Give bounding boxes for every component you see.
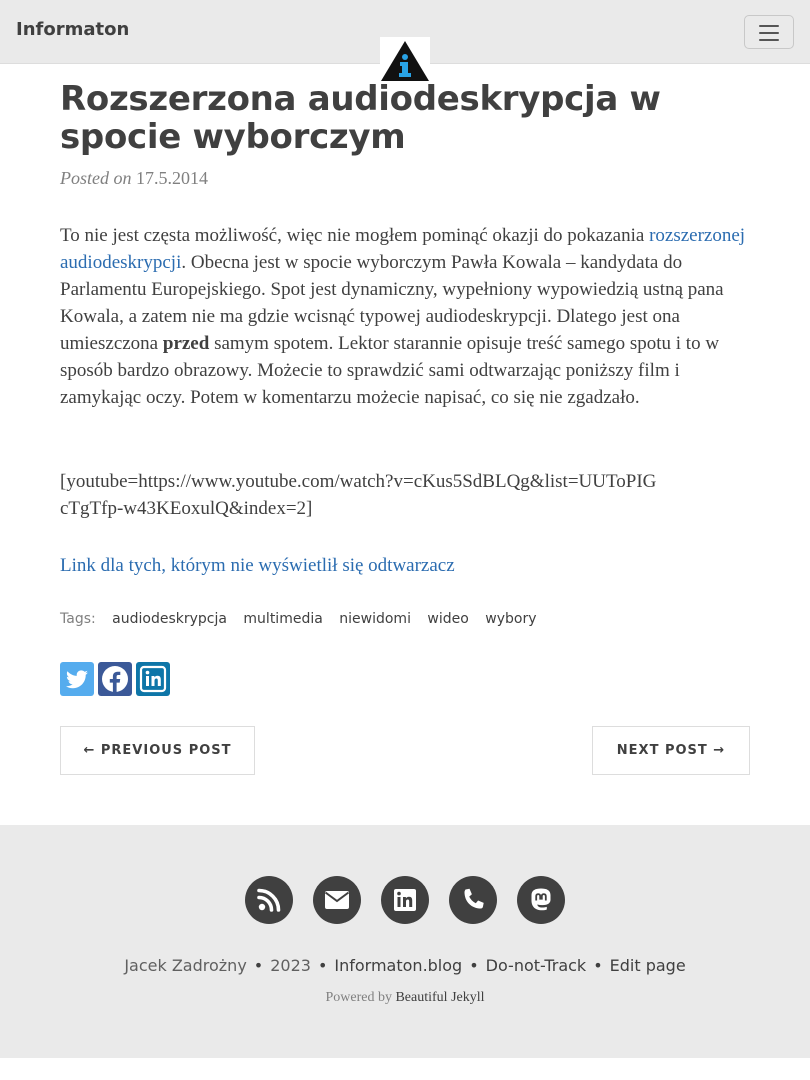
tags-list: Tags: audiodeskrypcja multimedia niewido… [60, 611, 537, 627]
post-title: Rozszerzona audiodeskrypcja w spocie wyb… [60, 79, 661, 157]
powered-prefix: Powered by [325, 990, 396, 1005]
hamburger-icon [759, 25, 779, 27]
footer: Jacek Zadrożny • 2023 • Informaton.blog • Do-n… [0, 825, 810, 1058]
tag-link[interactable]: wideo [427, 611, 468, 627]
paragraph-bold-text: przed [162, 333, 210, 354]
brand-link[interactable]: Informaton [16, 19, 129, 40]
envelope-icon [324, 891, 350, 909]
email-link[interactable] [313, 876, 361, 924]
mastodon-icon [531, 888, 551, 911]
informaton-logo-icon [381, 41, 429, 81]
post-date: 17.5.2014 [136, 168, 208, 188]
footer-site-link[interactable]: Informaton.blog [334, 956, 462, 975]
post-paragraph: Link dla tych, którym nie wyświetlił się… [60, 552, 760, 579]
beautiful-jekyll-link[interactable]: Beautiful Jekyll [395, 990, 484, 1005]
tag-link[interactable]: niewidomi [339, 611, 411, 627]
mastodon-link[interactable] [517, 876, 565, 924]
linkedin-icon [394, 889, 416, 911]
share-linkedin-button[interactable] [136, 662, 170, 696]
youtube-shortcode: [youtube=https://www.youtube.com/watch?v… [60, 471, 657, 519]
share-facebook-button[interactable] [98, 662, 132, 696]
post-meta: Posted on 17.5.2014 [60, 168, 208, 189]
facebook-icon [102, 666, 128, 692]
phone-link[interactable] [449, 876, 497, 924]
footer-edit-link[interactable]: Edit page [610, 956, 686, 975]
twitter-icon [66, 670, 88, 689]
previous-post-button[interactable]: ← PREVIOUS POST [60, 726, 255, 775]
tag-link[interactable]: wybory [485, 611, 536, 627]
share-twitter-button[interactable] [60, 662, 94, 696]
hamburger-icon-bar [759, 39, 779, 41]
footer-dnt-link[interactable]: Do-not-Track [486, 956, 587, 975]
footer-year: 2023 [270, 956, 311, 975]
linkedin-link[interactable] [381, 876, 429, 924]
site-logo[interactable] [380, 37, 430, 83]
footer-info: Jacek Zadrożny • 2023 • Informaton.blog • Do-n… [124, 956, 686, 975]
rss-icon [257, 888, 281, 912]
phone-icon [464, 888, 484, 909]
post-meta-prefix: Posted on [60, 168, 136, 188]
menu-toggle-button[interactable] [744, 15, 794, 49]
tag-link[interactable]: audiodeskrypcja [112, 611, 227, 627]
tag-link[interactable]: multimedia [243, 611, 322, 627]
player-fallback-link[interactable]: Link dla tych, którym nie wyświetlił się… [60, 555, 455, 576]
paragraph-text: To nie jest częsta możliwość, więc nie m… [60, 225, 650, 246]
next-post-button[interactable]: NEXT POST → [592, 726, 750, 775]
powered-by: Powered by Beautiful Jekyll [0, 990, 810, 1006]
post-paragraph: To nie jest częsta możliwość, więc nie m… [60, 222, 760, 411]
linkedin-icon [139, 665, 167, 693]
hamburger-icon-bar [759, 32, 779, 34]
footer-author: Jacek Zadrożny [124, 956, 247, 975]
rss-link[interactable] [245, 876, 293, 924]
tags-label: Tags: [60, 611, 96, 627]
